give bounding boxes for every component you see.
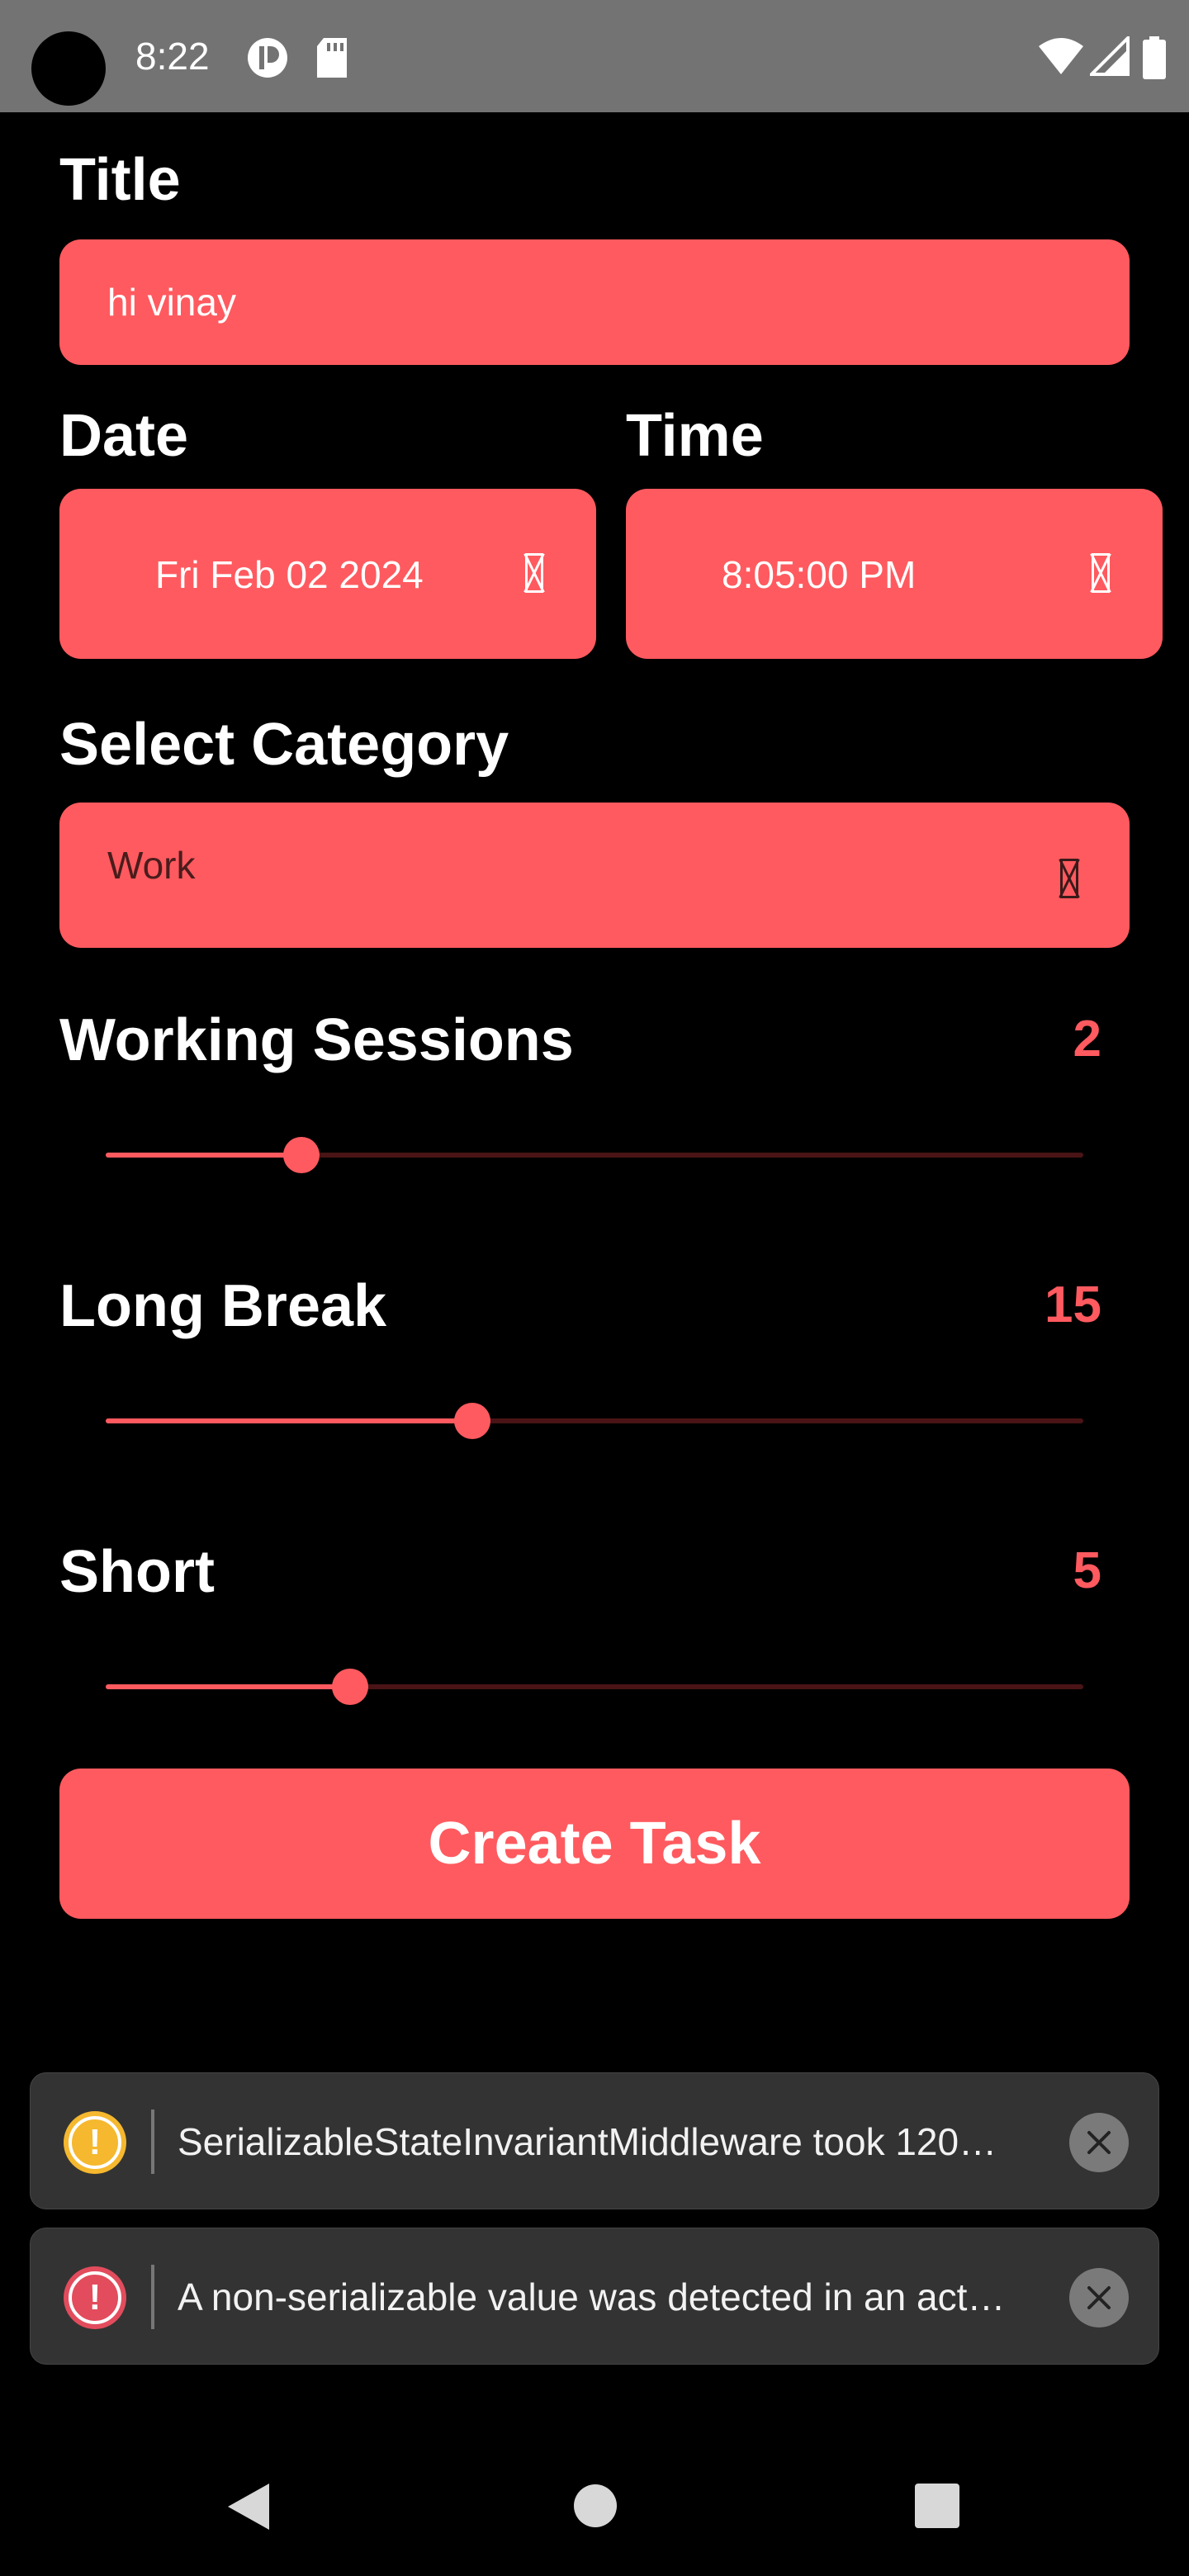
error-toast-message: A non-serializable value was detected in… (178, 2275, 1006, 2318)
long-break-slider-fill (106, 1418, 472, 1423)
toast-divider (151, 2265, 154, 2329)
home-icon[interactable] (573, 2484, 618, 2528)
camera-cutout (31, 31, 106, 106)
close-icon (1087, 2131, 1111, 2154)
time-picker[interactable]: 8:05:00 PM (626, 489, 1163, 659)
error-icon: ! (64, 2266, 126, 2329)
warning-toast[interactable]: ! SerializableStateInvariantMiddleware t… (30, 2072, 1159, 2209)
title-input[interactable]: hi vinay (59, 239, 1130, 365)
long-break-label: Long Break (59, 1273, 387, 1339)
clock-icon (1092, 553, 1110, 593)
time-label: Time (626, 403, 764, 469)
short-break-value: 5 (1073, 1542, 1101, 1599)
warning-toast-message: SerializableStateInvariantMiddleware too… (178, 2120, 997, 2163)
signal-icon (1090, 36, 1130, 76)
long-break-slider-thumb[interactable] (454, 1403, 490, 1439)
close-error-toast-button[interactable] (1069, 2268, 1129, 2327)
status-bar: 8:22 (0, 0, 1189, 112)
close-warning-toast-button[interactable] (1069, 2113, 1129, 2172)
short-break-slider-fill (106, 1684, 350, 1689)
back-icon[interactable] (225, 2482, 271, 2531)
category-value: Work (107, 844, 196, 887)
short-break-slider-thumb[interactable] (332, 1669, 368, 1705)
title-input-value: hi vinay (107, 281, 236, 324)
warning-icon: ! (64, 2111, 126, 2174)
short-break-slider[interactable] (106, 1669, 1083, 1705)
short-break-label: Short (59, 1539, 215, 1605)
category-select[interactable]: Work (59, 803, 1130, 948)
status-time: 8:22 (135, 35, 210, 78)
working-sessions-slider-thumb[interactable] (282, 1137, 320, 1173)
battery-icon (1143, 36, 1166, 79)
working-sessions-value: 2 (1073, 1011, 1101, 1068)
toast-divider (151, 2110, 154, 2174)
long-break-slider[interactable] (106, 1403, 1083, 1439)
category-label: Select Category (59, 712, 509, 778)
error-toast[interactable]: ! A non-serializable value was detected … (30, 2228, 1159, 2365)
warning-icon-glyph: ! (69, 2116, 121, 2169)
time-value: 8:05:00 PM (722, 553, 917, 596)
sd-card-icon (317, 38, 347, 78)
working-sessions-label: Working Sessions (59, 1007, 574, 1073)
app-notification-icon (248, 38, 287, 78)
calendar-icon (525, 553, 543, 593)
date-value: Fri Feb 02 2024 (155, 553, 424, 596)
title-label: Title (59, 147, 181, 213)
working-sessions-slider-fill (106, 1153, 301, 1158)
error-icon-glyph: ! (69, 2271, 121, 2324)
wifi-icon (1039, 38, 1083, 74)
long-break-value: 15 (1045, 1276, 1101, 1333)
recents-icon[interactable] (915, 2484, 959, 2528)
chevron-down-icon (1060, 859, 1078, 898)
create-task-button[interactable]: Create Task (59, 1769, 1130, 1919)
close-icon (1087, 2286, 1111, 2309)
date-picker[interactable]: Fri Feb 02 2024 (59, 489, 596, 659)
date-label: Date (59, 403, 189, 469)
working-sessions-slider[interactable] (106, 1137, 1083, 1173)
